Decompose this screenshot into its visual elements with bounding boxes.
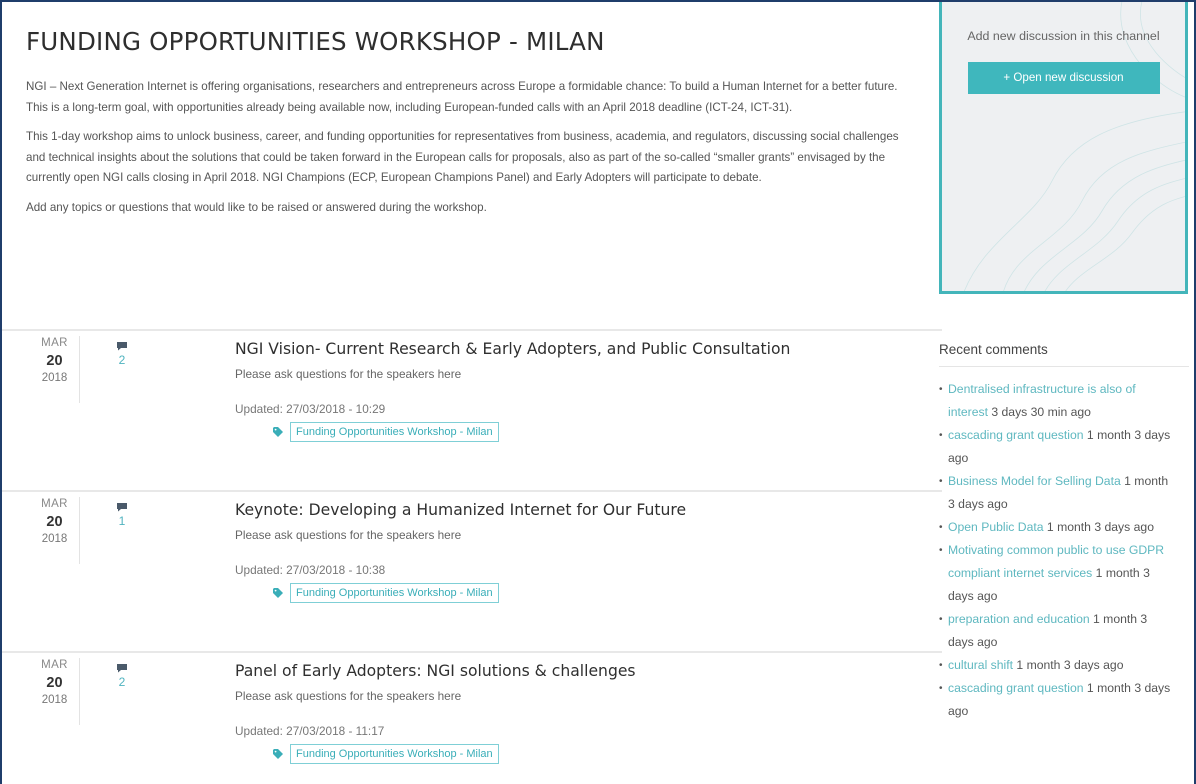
list-item: cultural shift 1 month 3 days ago	[939, 654, 1175, 677]
topic-updated: Updated: 27/03/2018 - 10:38	[235, 563, 386, 577]
topic-item: MAR 20 2018 1 Keynote: Developing a Huma…	[2, 490, 942, 651]
recent-comments-title: Recent comments	[939, 342, 1189, 367]
topic-list: MAR 20 2018 2 NGI Vision- Current Resear…	[2, 329, 942, 784]
comment-count[interactable]: 2	[112, 338, 132, 369]
date-year: 2018	[41, 372, 68, 384]
list-item: Open Public Data 1 month 3 days ago	[939, 516, 1175, 539]
comment-bubble-icon	[117, 503, 127, 512]
date-month: MAR	[41, 659, 68, 671]
intro-paragraph-3: Add any topics or questions that would l…	[26, 200, 487, 214]
topic-tags: Funding Opportunities Workshop - Milan	[235, 583, 915, 603]
comment-count-value[interactable]: 2	[112, 673, 132, 691]
date-day: 20	[46, 353, 63, 369]
topic-subtitle: Please ask questions for the speakers he…	[235, 689, 462, 703]
recent-comment-link[interactable]: preparation and education	[948, 612, 1090, 626]
topic-updated: Updated: 27/03/2018 - 11:17	[235, 724, 385, 738]
intro-paragraph-2: This 1-day workshop aims to unlock busin…	[26, 130, 899, 185]
recent-comment-age: 1 month 3 days ago	[1043, 520, 1154, 534]
topic-date: MAR 20 2018	[30, 497, 80, 564]
recent-comment-link[interactable]: Open Public Data	[948, 520, 1044, 534]
topic-item: MAR 20 2018 2 Panel of Early Adopters: N…	[2, 651, 942, 784]
page-title: FUNDING OPPORTUNITIES WORKSHOP - MILAN	[26, 27, 605, 56]
recent-comments: Recent comments Dentralised infrastructu…	[939, 342, 1189, 723]
comment-bubble-icon	[117, 342, 127, 351]
new-discussion-label: Add new discussion in this channel	[967, 29, 1160, 43]
list-item: Motivating common public to use GDPR com…	[939, 539, 1175, 608]
comment-count-value[interactable]: 2	[112, 351, 132, 369]
main-content: FUNDING OPPORTUNITIES WORKSHOP - MILAN N…	[26, 2, 921, 219]
topic-body: Panel of Early Adopters: NGI solutions &…	[235, 660, 915, 764]
topic-title-link[interactable]: Keynote: Developing a Humanized Internet…	[235, 499, 915, 521]
date-month: MAR	[41, 498, 68, 510]
tag-icon	[273, 749, 283, 759]
topic-body: Keynote: Developing a Humanized Internet…	[235, 499, 915, 603]
topic-date: MAR 20 2018	[30, 336, 80, 403]
tag-icon	[273, 427, 283, 437]
topic-tag-link[interactable]: Funding Opportunities Workshop - Milan	[290, 422, 499, 442]
recent-comment-link[interactable]: cascading grant question	[948, 681, 1084, 695]
channel-description: NGI – Next Generation Internet is offeri…	[26, 77, 921, 219]
recent-comment-link[interactable]: cultural shift	[948, 658, 1013, 672]
list-item: preparation and education 1 month 3 days…	[939, 608, 1175, 654]
recent-comments-list: Dentralised infrastructure is also of in…	[939, 378, 1189, 723]
list-item: cascading grant question 1 month 3 days …	[939, 424, 1175, 470]
intro-paragraph-1: NGI – Next Generation Internet is offeri…	[26, 80, 898, 114]
date-year: 2018	[41, 533, 68, 545]
topic-subtitle: Please ask questions for the speakers he…	[235, 528, 462, 542]
topic-title-link[interactable]: NGI Vision- Current Research & Early Ado…	[235, 338, 915, 360]
list-item: cascading grant question 1 month 3 days …	[939, 677, 1175, 723]
topic-body: NGI Vision- Current Research & Early Ado…	[235, 338, 915, 442]
comment-count[interactable]: 1	[112, 499, 132, 530]
date-year: 2018	[41, 694, 68, 706]
recent-comment-age: 3 days 30 min ago	[987, 405, 1091, 419]
topic-tags: Funding Opportunities Workshop - Milan	[235, 422, 915, 442]
topic-tag-link[interactable]: Funding Opportunities Workshop - Milan	[290, 744, 499, 764]
list-item: Dentralised infrastructure is also of in…	[939, 378, 1175, 424]
recent-comment-link[interactable]: Business Model for Selling Data	[948, 474, 1121, 488]
topic-tag-link[interactable]: Funding Opportunities Workshop - Milan	[290, 583, 499, 603]
topic-title-link[interactable]: Panel of Early Adopters: NGI solutions &…	[235, 660, 915, 682]
date-day: 20	[46, 675, 63, 691]
comment-count-value[interactable]: 1	[112, 512, 132, 530]
list-item: Business Model for Selling Data 1 month …	[939, 470, 1175, 516]
topic-tags: Funding Opportunities Workshop - Milan	[235, 744, 915, 764]
comment-bubble-icon	[117, 664, 127, 673]
recent-comment-link[interactable]: cascading grant question	[948, 428, 1084, 442]
recent-comment-age: 1 month 3 days ago	[1013, 658, 1124, 672]
topic-date: MAR 20 2018	[30, 658, 80, 725]
tag-icon	[273, 588, 283, 598]
open-new-discussion-button[interactable]: + Open new discussion	[967, 62, 1160, 94]
topic-item: MAR 20 2018 2 NGI Vision- Current Resear…	[2, 329, 942, 490]
topic-subtitle: Please ask questions for the speakers he…	[235, 367, 462, 381]
comment-count[interactable]: 2	[112, 660, 132, 691]
topic-updated: Updated: 27/03/2018 - 10:29	[235, 402, 386, 416]
date-month: MAR	[41, 337, 68, 349]
page-frame: FUNDING OPPORTUNITIES WORKSHOP - MILAN N…	[0, 0, 1196, 784]
date-day: 20	[46, 514, 63, 530]
new-discussion-panel: Add new discussion in this channel + Ope…	[939, 2, 1188, 294]
